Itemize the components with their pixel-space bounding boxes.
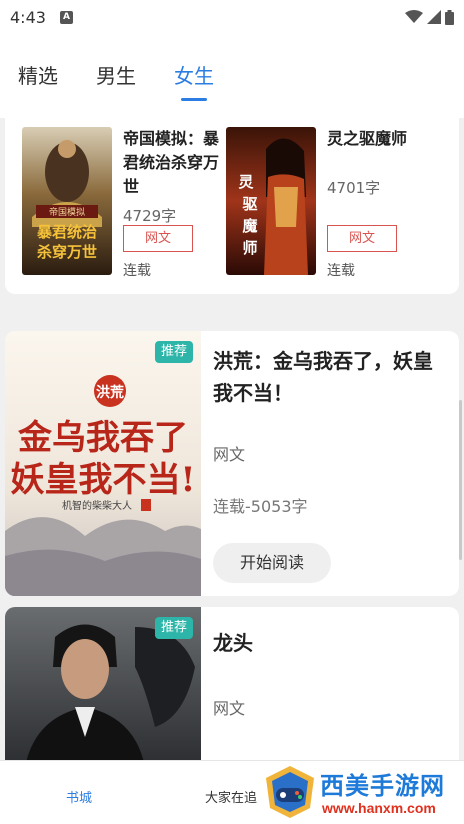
cover-seal-text: 洪荒: [96, 384, 124, 401]
notification-icon: A: [59, 10, 73, 24]
svg-text:灵: 灵: [238, 173, 254, 191]
cover-line-2: 妖皇我不当!: [11, 460, 196, 500]
svg-text:暴君统治: 暴君统治: [37, 223, 97, 241]
svg-text:魔: 魔: [242, 217, 257, 235]
serial-status: 连载: [327, 263, 355, 279]
recommend-badge: 推荐: [155, 617, 193, 639]
tab-featured[interactable]: 精选: [18, 60, 58, 89]
wifi-icon: [405, 10, 423, 23]
watermark-url: www.hanxm.com: [322, 800, 436, 816]
book-cover[interactable]: 洪荒 金乌我吞了 妖皇我不当! 机智的柴柴大人 推荐: [5, 331, 201, 596]
battery-icon: [445, 9, 454, 25]
status-icons: [405, 9, 454, 25]
cover-small-title: 帝国模拟: [49, 206, 85, 218]
serial-status: 连载: [123, 263, 151, 279]
word-count: 4701字: [327, 179, 381, 197]
book-item[interactable]: 帝国模拟 暴君统治 杀穿万世 帝国模拟：暴君统治杀穿万世 4729字 网文 连载: [22, 127, 223, 279]
featured-book-card[interactable]: 推荐 龙头 网文: [5, 607, 459, 767]
watermark-title: 西美手游网: [320, 772, 445, 800]
active-tab-indicator: [181, 98, 207, 101]
tab-male[interactable]: 男生: [96, 60, 136, 89]
book-cover[interactable]: 灵 驱 魔 师: [226, 127, 316, 275]
start-reading-button[interactable]: 开始阅读: [213, 543, 331, 583]
gamepad-logo-icon: [266, 766, 314, 818]
genre-tag: 网文: [213, 699, 246, 718]
book-item[interactable]: 灵 驱 魔 师 灵之驱魔师 4701字 网文 连载: [226, 127, 427, 279]
tab-female[interactable]: 女生: [174, 60, 214, 89]
svg-text:驱: 驱: [242, 195, 257, 213]
category-tab-bar: 精选 男生 女生: [0, 34, 464, 118]
book-cover-art: 帝国模拟 暴君统治 杀穿万世: [22, 127, 112, 275]
site-watermark: 西美手游网 www.hanxm.com: [262, 764, 462, 822]
status-bar: 4:43 A: [0, 0, 464, 34]
cover-author: 机智的柴柴大人: [62, 499, 132, 512]
status-time: 4:43: [10, 7, 46, 27]
genre-tag[interactable]: 网文: [327, 225, 397, 252]
cover-line-1: 金乌我吞了: [17, 418, 188, 458]
book-cover[interactable]: 推荐: [5, 607, 201, 767]
book-cover[interactable]: 帝国模拟 暴君统治 杀穿万世: [22, 127, 112, 275]
cellular-signal-icon: [427, 10, 441, 24]
book-title[interactable]: 龙头: [213, 627, 443, 659]
serial-status: 连载-5053字: [213, 497, 308, 516]
nav-bookstore[interactable]: 书城: [66, 787, 92, 806]
book-title[interactable]: 帝国模拟：暴君统治杀穿万世: [123, 127, 223, 199]
book-cover-art: 灵 驱 魔 师: [226, 127, 316, 275]
nav-trending[interactable]: 大家在追: [205, 787, 257, 806]
recommend-badge: 推荐: [155, 341, 193, 363]
scrollbar[interactable]: [459, 400, 462, 560]
genre-tag: 网文: [213, 445, 246, 464]
book-grid-card: 帝国模拟 暴君统治 杀穿万世 帝国模拟：暴君统治杀穿万世 4729字 网文 连载: [5, 118, 459, 294]
book-cover-art: 洪荒 金乌我吞了 妖皇我不当! 机智的柴柴大人: [5, 331, 201, 596]
word-count: 4729字: [123, 207, 177, 225]
svg-text:师: 师: [242, 239, 257, 257]
svg-text:杀穿万世: 杀穿万世: [37, 243, 97, 261]
genre-tag[interactable]: 网文: [123, 225, 193, 252]
book-title[interactable]: 灵之驱魔师: [327, 127, 427, 151]
book-title[interactable]: 洪荒：金乌我吞了，妖皇我不当！: [213, 345, 443, 409]
featured-book-card[interactable]: 洪荒 金乌我吞了 妖皇我不当! 机智的柴柴大人 推荐 洪荒：金乌我吞了，妖皇我不…: [5, 331, 459, 596]
